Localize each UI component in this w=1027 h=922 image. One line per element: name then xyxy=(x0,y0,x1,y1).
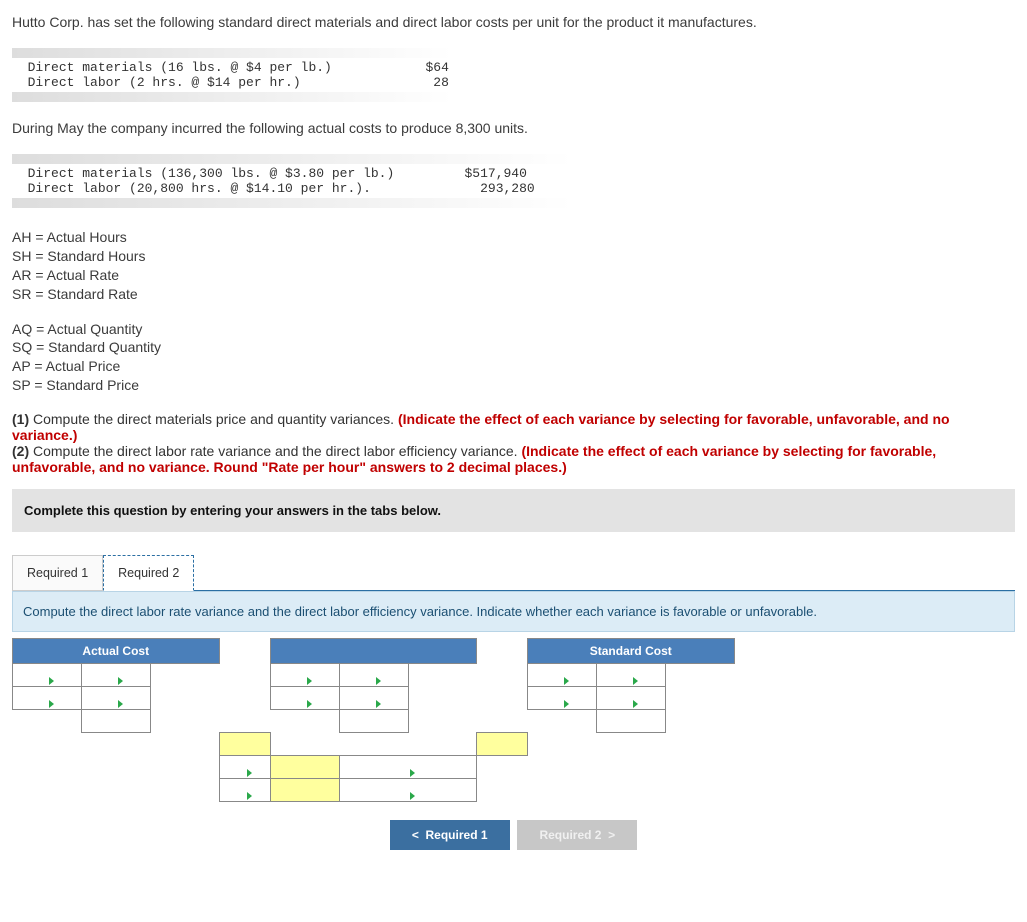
eff-variance-amt-b[interactable] xyxy=(339,779,477,802)
rate-variance-amt2[interactable] xyxy=(219,779,270,802)
ac-rate[interactable] xyxy=(82,664,151,687)
rate-variance-label[interactable] xyxy=(219,733,270,756)
standard-cost-block: Direct materials (16 lbs. @ $4 per lb.) … xyxy=(12,60,1015,90)
divider xyxy=(12,92,452,102)
divider xyxy=(12,198,572,208)
mid-qty[interactable] xyxy=(270,664,339,687)
question-instructions: (1) Compute the direct materials price a… xyxy=(12,411,1015,475)
divider xyxy=(12,48,452,58)
sc-rate[interactable] xyxy=(597,664,666,687)
tab-required-1[interactable]: Required 1 xyxy=(12,555,103,591)
header-middle xyxy=(270,639,477,664)
ac-rate-val[interactable] xyxy=(82,687,151,710)
rate-variance-fav[interactable] xyxy=(270,756,339,779)
tab-required-2[interactable]: Required 2 xyxy=(103,555,194,591)
chevron-right-icon: > xyxy=(608,828,615,842)
tab-strip: Required 1Required 2 xyxy=(12,554,1015,590)
sc-qty[interactable] xyxy=(528,664,597,687)
actual-cost-block: Direct materials (136,300 lbs. @ $3.80 p… xyxy=(12,166,1015,196)
next-button[interactable]: Required 2 > xyxy=(517,820,637,850)
header-standard-cost: Standard Cost xyxy=(528,639,735,664)
sc-total[interactable] xyxy=(597,710,666,733)
complete-instruction-bar: Complete this question by entering your … xyxy=(12,489,1015,532)
intro-text: Hutto Corp. has set the following standa… xyxy=(12,14,1015,30)
sc-rate-val[interactable] xyxy=(597,687,666,710)
definitions-group-2: AQ = Actual Quantity SQ = Standard Quant… xyxy=(12,320,1015,396)
chevron-left-icon: < xyxy=(412,828,419,842)
mid-total[interactable] xyxy=(339,710,408,733)
variance-table: Actual Cost Standard Cost xyxy=(12,638,735,802)
header-actual-cost: Actual Cost xyxy=(13,639,220,664)
ac-total[interactable] xyxy=(82,710,151,733)
sc-qty-val[interactable] xyxy=(528,687,597,710)
mid-rate-val[interactable] xyxy=(339,687,408,710)
ac-qty-val[interactable] xyxy=(13,687,82,710)
efficiency-variance-label[interactable] xyxy=(477,733,528,756)
prev-button[interactable]: < Required 1 xyxy=(390,820,510,850)
definitions-group-1: AH = Actual Hours SH = Standard Hours AR… xyxy=(12,228,1015,304)
mid-rate[interactable] xyxy=(339,664,408,687)
eff-variance-amt-a[interactable] xyxy=(339,756,477,779)
rate-variance-fav2[interactable] xyxy=(270,779,339,802)
divider xyxy=(12,154,572,164)
mid-qty-val[interactable] xyxy=(270,687,339,710)
during-text: During May the company incurred the foll… xyxy=(12,120,1015,136)
ac-qty[interactable] xyxy=(13,664,82,687)
panel-instruction: Compute the direct labor rate variance a… xyxy=(12,591,1015,632)
rate-variance-amt[interactable] xyxy=(219,756,270,779)
